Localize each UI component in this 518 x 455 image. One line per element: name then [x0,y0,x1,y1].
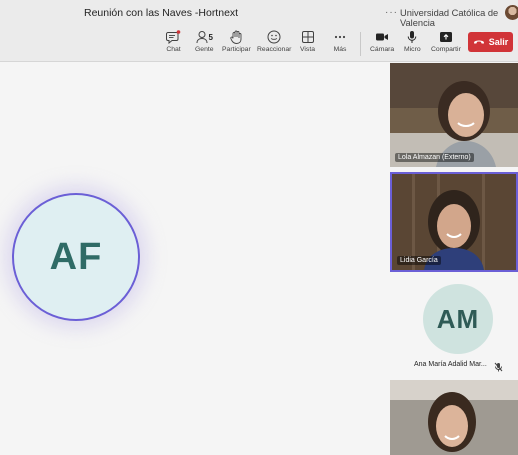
participant-video-tile-active[interactable]: Lidia García [390,172,518,272]
view-label: Vista [300,46,315,53]
view-button[interactable]: Vista [300,30,315,53]
react-button[interactable]: Reaccionar [257,30,291,53]
mic-label: Micro [404,46,421,53]
chat-button[interactable]: Chat [166,30,181,53]
participant-name: Lola Almazan (Externo) [395,153,474,162]
participant-avatar[interactable]: AM [423,284,493,354]
people-count: 5 [208,32,213,42]
people-button[interactable]: 5 Gente [195,30,214,53]
grid-icon [301,30,315,44]
react-label: Reaccionar [257,46,292,53]
participant-video [390,63,518,167]
participant-video-tile[interactable] [390,380,518,455]
ellipsis-icon [333,30,347,44]
more-label: Más [333,46,347,53]
share-label: Compartir [431,46,461,53]
leave-label: Salir [488,37,509,47]
camera-icon [375,30,389,44]
raise-hand-button[interactable]: Participar [222,30,251,53]
organization-name: Universidad Católica de Valencia [400,8,499,28]
chat-icon [166,30,181,44]
participant-name: Ana María Adalid Mar... [414,361,487,368]
meeting-toolbar: Chat 5 Gente Participar Reaccionar Vista… [0,26,518,62]
camera-button[interactable]: Cámara [370,30,394,53]
meeting-title: Reunión con las Naves -Hortnext [84,7,239,19]
toolbar-divider [360,32,361,56]
leave-button[interactable]: Salir [468,32,513,52]
phone-hangup-icon [473,37,485,47]
participant-video [390,380,518,455]
more-button[interactable]: Más [333,30,347,53]
smiley-icon [267,30,281,44]
speaker-avatar[interactable]: AF [12,193,140,321]
title-bar: Reunión con las Naves -Hortnext ··· Univ… [0,0,518,28]
people-icon: 5 [196,30,213,44]
people-label: Gente [195,46,214,53]
chat-label: Chat [166,46,181,53]
camera-label: Cámara [370,46,395,53]
speaker-avatar-glow: AF [12,193,140,321]
raise-hand-label: Participar [222,46,251,53]
participant-name: Lidia García [397,256,441,265]
microphone-icon [406,30,418,44]
mic-button[interactable]: Micro [404,30,421,53]
share-screen-icon [439,30,453,44]
mic-muted-icon [494,359,503,377]
participant-video-tile[interactable]: Lola Almazan (Externo) [390,63,518,167]
share-button[interactable]: Compartir [431,30,461,53]
hand-icon [230,30,243,44]
more-options-icon[interactable]: ··· [385,7,398,18]
account-avatar[interactable] [505,5,518,20]
